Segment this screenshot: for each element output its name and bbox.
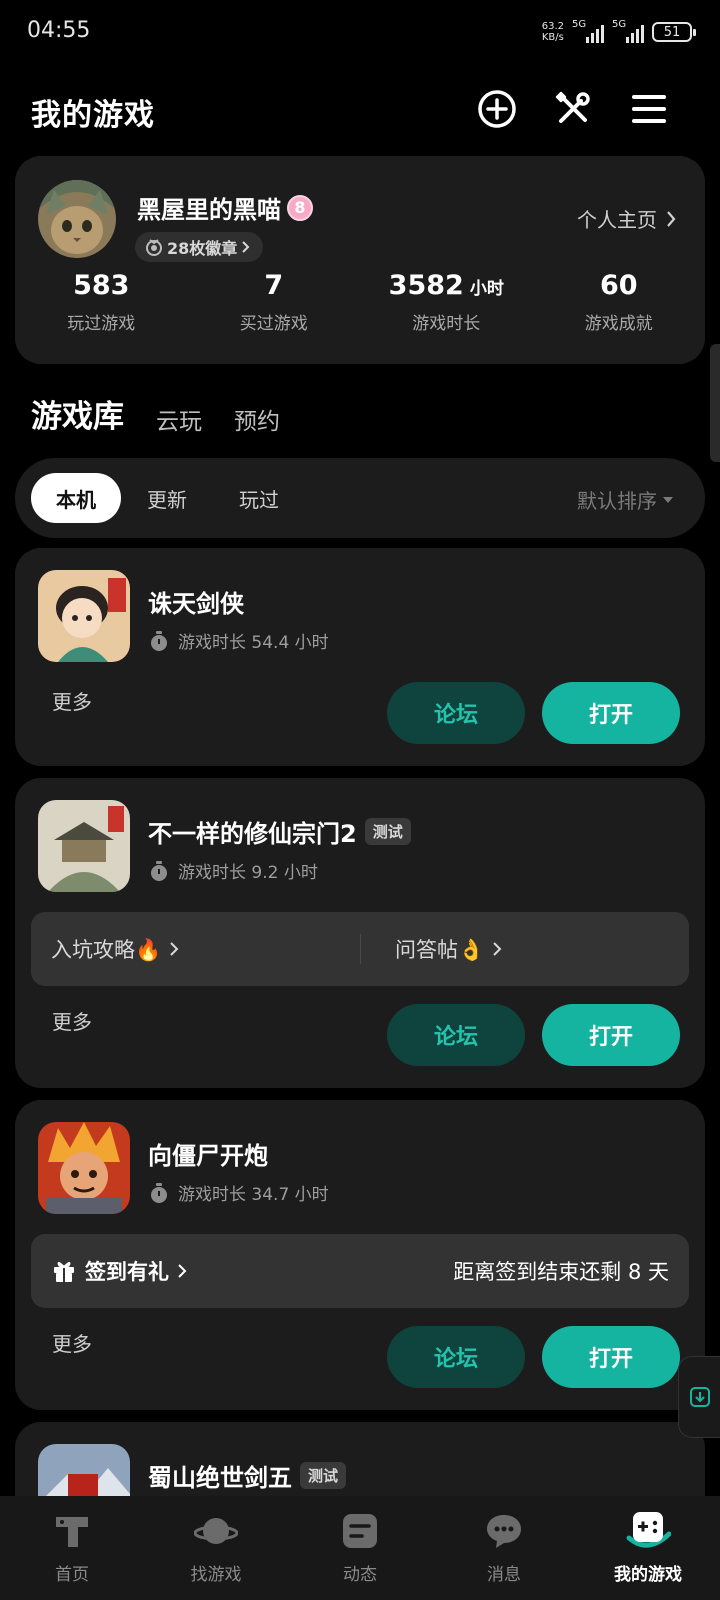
download-icon [689,1387,710,1407]
filter-bar: 本机 更新 玩过 默认排序 [15,458,705,538]
menu-icon [632,95,666,123]
game-card[interactable]: 不一样的修仙宗门2 测试 游戏时长 9.2 小时 入坑攻略🔥 问答帖👌 更多 论… [15,778,705,1088]
checkin-link[interactable]: 签到有礼 [51,1256,187,1286]
username[interactable]: 黑屋里的黑喵 8 [137,190,313,225]
stat-achievements[interactable]: 60 游戏成就 [533,270,706,334]
download-float-button[interactable] [678,1356,720,1438]
guide-link[interactable]: 入坑攻略🔥 [51,934,179,964]
plus-circle-icon [478,90,516,128]
gift-icon [54,1261,74,1282]
filter-played[interactable]: 玩过 [221,473,297,523]
medal-icon [146,239,162,256]
test-tag: 测试 [364,818,411,845]
guide-panel: 入坑攻略🔥 问答帖👌 [31,912,689,986]
more-link[interactable]: 更多 [52,1006,92,1035]
status-time: 04:55 [27,18,91,43]
nav-home[interactable]: 首页 [0,1496,144,1600]
test-tag: 测试 [300,1462,347,1489]
play-time: 游戏时长 9.2 小时 [148,858,318,883]
game-name: 不一样的修仙宗门2 测试 [148,814,411,849]
game-icon [38,800,130,892]
signal-icon: 5G [612,19,644,43]
status-bar: 04:55 63.2 KB/s 5G 5G 51 [0,0,720,64]
page-title: 我的游戏 [31,98,155,133]
caret-down-icon [663,496,673,503]
more-link[interactable]: 更多 [52,1328,92,1357]
status-indicators: 63.2 KB/s 5G 5G 51 [541,18,696,46]
forum-button[interactable]: 论坛 [387,1326,525,1388]
play-time: 游戏时长 34.7 小时 [148,1180,329,1205]
tab-reservations[interactable]: 预约 [234,402,280,436]
chevron-right-icon [170,942,179,956]
open-button[interactable]: 打开 [542,682,680,744]
home-icon [49,1508,95,1554]
filter-updates[interactable]: 更新 [129,473,205,523]
chevron-right-icon [493,942,502,956]
stat-play-time[interactable]: 3582 小时 游戏时长 [360,270,533,334]
game-card[interactable]: 诛天剑侠 游戏时长 54.4 小时 更多 论坛 打开 [15,548,705,766]
avatar[interactable] [38,180,116,258]
tab-game-library[interactable]: 游戏库 [31,391,124,438]
profile-home-link[interactable]: 个人主页 [577,204,677,233]
header: 我的游戏 [0,80,720,140]
nav-my-games[interactable]: 我的游戏 [576,1496,720,1600]
network-speed: 63.2 KB/s [541,21,564,43]
battery-icon: 51 [652,22,696,42]
level-badge: 8 [287,194,313,221]
forum-button[interactable]: 论坛 [387,682,525,744]
stopwatch-icon [151,860,167,881]
open-button[interactable]: 打开 [542,1326,680,1388]
checkin-remaining: 距离签到结束还剩 8 天 [453,1260,669,1284]
sort-dropdown[interactable]: 默认排序 [577,485,673,514]
feed-icon [337,1508,383,1554]
planet-icon [193,1508,239,1554]
tools-button[interactable] [550,86,596,132]
tab-cloud-play[interactable]: 云玩 [156,402,202,436]
nav-discover[interactable]: 找游戏 [144,1496,288,1600]
divider [360,934,361,964]
add-game-button[interactable] [474,86,520,132]
menu-button[interactable] [626,86,672,132]
qa-link[interactable]: 问答帖👌 [395,934,502,964]
bottom-nav: 首页 找游戏 动态 消息 我的游戏 [0,1496,720,1600]
stat-bought-games[interactable]: 7 买过游戏 [188,270,361,334]
chat-bubble-icon [481,1508,527,1554]
checkin-panel[interactable]: 签到有礼 距离签到结束还剩 8 天 [31,1234,689,1308]
chevron-right-icon [667,210,676,227]
game-icon [38,1122,130,1214]
game-name: 诛天剑侠 [148,590,244,618]
game-icon [38,570,130,662]
profile-card: 黑屋里的黑喵 8 28枚徽章 个人主页 583 玩过游戏 7 买过游戏 3582… [15,156,705,364]
play-time: 游戏时长 54.4 小时 [148,628,329,653]
more-link[interactable]: 更多 [52,686,92,715]
game-name: 向僵尸开炮 [148,1142,268,1170]
stopwatch-icon [151,630,167,651]
profile-stats: 583 玩过游戏 7 买过游戏 3582 小时 游戏时长 60 游戏成就 [15,270,705,334]
tools-icon [555,91,590,123]
chevron-right-icon [178,1264,187,1278]
open-button[interactable]: 打开 [542,1004,680,1066]
game-card[interactable]: 向僵尸开炮 游戏时长 34.7 小时 签到有礼 距离签到结束还剩 8 天 更多 … [15,1100,705,1410]
game-name: 蜀山绝世剑五 测试 [148,1458,347,1493]
medals-chip[interactable]: 28枚徽章 [135,232,264,262]
nav-feed[interactable]: 动态 [288,1496,432,1600]
chevron-right-icon [242,241,250,253]
signal-icon: 5G [572,19,604,43]
stat-played-games[interactable]: 583 玩过游戏 [15,270,188,334]
filter-local[interactable]: 本机 [31,473,121,523]
gamepad-icon [625,1508,671,1554]
forum-button[interactable]: 论坛 [387,1004,525,1066]
side-scroll-handle[interactable] [710,344,720,462]
main-tabs: 游戏库 云玩 预约 [31,390,280,438]
nav-messages[interactable]: 消息 [432,1496,576,1600]
stopwatch-icon [151,1182,167,1203]
